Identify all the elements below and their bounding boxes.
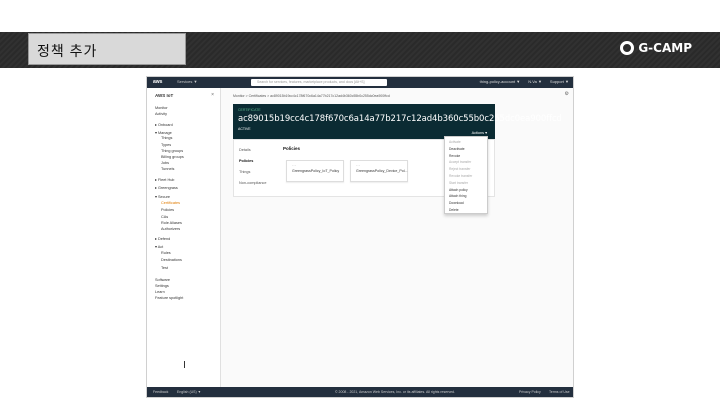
brand-name: G-CAMP (638, 41, 692, 55)
sidebar-item[interactable]: Policies (161, 208, 174, 212)
feedback-link[interactable]: Feedback (153, 390, 168, 394)
tab-policies[interactable]: Policies (239, 159, 253, 163)
search-placeholder: Search for services, features, marketpla… (257, 80, 365, 84)
tab-details[interactable]: Details (239, 148, 251, 152)
menu-item[interactable]: Revoke transfer (449, 174, 472, 178)
sidebar-item[interactable]: Test (161, 266, 168, 270)
certificate-id: ac89015b19cc4c178f670c6a14a77b217c12ad4b… (238, 114, 562, 124)
sidebar-item[interactable]: Software (155, 278, 170, 282)
support-menu[interactable]: Support ▼ (550, 79, 569, 84)
policies-heading: Policies (283, 146, 301, 151)
sidebar-item[interactable]: Tunnels (161, 167, 174, 171)
sidebar-item[interactable]: ▾ Act (155, 244, 163, 249)
console-footer: Feedback English (US) ▼ © 2008 - 2021, A… (147, 387, 573, 397)
services-menu[interactable]: Services ▼ (177, 79, 197, 84)
aws-logo[interactable]: aws (153, 79, 162, 85)
status-badge: ACTIVE (238, 127, 251, 131)
sidebar-item[interactable]: Certificates (161, 201, 180, 205)
sidebar-item[interactable]: Authorizers (161, 227, 180, 231)
certificate-header: CERTIFICATE ac89015b19cc4c178f670c6a14a7… (233, 104, 562, 139)
account-menu[interactable]: thing-policy-account ▼ (480, 79, 521, 84)
sidebar-item[interactable]: Jobs (161, 161, 169, 165)
menu-item[interactable]: Activate (449, 140, 461, 144)
sidebar-item[interactable]: CAs (161, 215, 168, 219)
certificate-label: CERTIFICATE (238, 108, 261, 112)
policy-card[interactable]: GreengrassPolicy_Device_Pol... … (350, 160, 408, 182)
close-icon[interactable]: × (211, 92, 214, 98)
sidebar-item[interactable]: ▸ Fleet Hub (155, 177, 174, 182)
policy-card-label: GreengrassPolicy_Device_Pol... (356, 169, 408, 173)
sidebar: AWS IoT × Monitor Activity ▸ Onboard ▾ Mana… (147, 88, 221, 387)
menu-item[interactable]: Attach policy (449, 188, 468, 192)
breadcrumb[interactable]: Monitor > Certificates > ac89015b19cc4c1… (233, 94, 390, 98)
policy-card[interactable]: GreengrassPolicy_IoT_Policy … (286, 160, 344, 182)
sidebar-item[interactable]: Settings (155, 284, 169, 288)
more-icon[interactable]: … (292, 162, 340, 167)
menu-item[interactable]: Download (449, 201, 464, 205)
policy-card-label: GreengrassPolicy_IoT_Policy (292, 169, 340, 173)
sidebar-item[interactable]: ▸ Onboard (155, 122, 173, 127)
sidebar-item[interactable]: ▾ Manage (155, 130, 172, 135)
sidebar-item[interactable]: Destinations (161, 258, 182, 262)
console-screenshot: aws Services ▼ Search for services, feat… (146, 76, 574, 398)
sidebar-item[interactable]: Billing groups (161, 155, 184, 159)
sidebar-item[interactable]: Types (161, 143, 171, 147)
sidebar-item[interactable]: Learn (155, 290, 165, 294)
sidebar-item[interactable]: Rules (161, 251, 171, 255)
console-topbar: aws Services ▼ Search for services, feat… (147, 77, 573, 88)
menu-item[interactable]: Accept transfer (449, 160, 471, 164)
search-input[interactable]: Search for services, features, marketpla… (251, 79, 387, 86)
menu-item[interactable]: Revoke (449, 154, 460, 158)
topbar-right-menu: thing-policy-account ▼ N.Va ▼ Support ▼ (480, 79, 569, 84)
tab-non-compliance[interactable]: Non-compliance (239, 181, 266, 185)
actions-menu: Activate Deactivate Revoke Accept transfer R… (444, 136, 488, 214)
sidebar-item[interactable]: Monitor (155, 106, 168, 110)
sidebar-item[interactable]: Thing groups (161, 149, 183, 153)
copyright-text: © 2008 - 2021, Amazon Web Services, Inc.… (335, 390, 455, 394)
sidebar-item[interactable]: ▸ Defend (155, 236, 170, 241)
menu-item[interactable]: Attach thing (449, 194, 466, 198)
slide-title: 정책 추가 (37, 43, 98, 59)
cursor-icon (184, 361, 188, 368)
slide-title-box: 정책 추가 (28, 33, 186, 65)
menu-item[interactable]: Reject transfer (449, 167, 470, 171)
language-select[interactable]: English (US) ▼ (177, 390, 201, 394)
more-icon[interactable]: … (356, 162, 404, 167)
actions-button[interactable]: Actions ▾ (472, 130, 487, 135)
sidebar-item[interactable]: ▾ Secure (155, 194, 170, 199)
sidebar-item[interactable]: Things (161, 136, 172, 140)
sidebar-item[interactable]: Role Aliases (161, 221, 182, 225)
terms-link[interactable]: Terms of Use (549, 390, 570, 394)
menu-item[interactable]: Delete (449, 208, 459, 212)
sidebar-item[interactable]: ▸ Greengrass (155, 185, 178, 190)
menu-item[interactable]: Start transfer (449, 181, 468, 185)
settings-icon[interactable]: ⚙ (565, 91, 569, 97)
region-menu[interactable]: N.Va ▼ (528, 79, 542, 84)
sidebar-item[interactable]: Feature spotlight (155, 296, 183, 300)
gear-icon (620, 41, 635, 55)
sidebar-title: AWS IoT (155, 93, 174, 98)
sidebar-item[interactable]: Activity (155, 112, 167, 116)
tab-things[interactable]: Things (239, 170, 250, 174)
menu-item[interactable]: Deactivate (449, 147, 465, 151)
privacy-link[interactable]: Privacy Policy (519, 390, 541, 394)
brand-logo: G-CAMP (620, 41, 692, 55)
